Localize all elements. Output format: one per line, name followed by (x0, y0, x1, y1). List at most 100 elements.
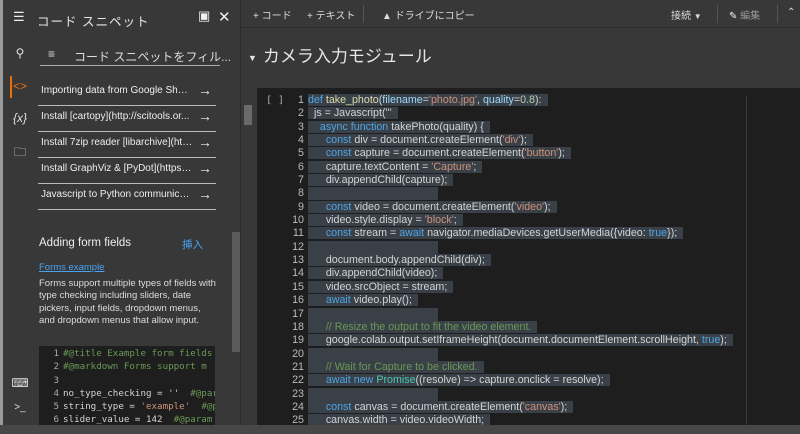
ruler-line (746, 96, 747, 426)
terminal-icon[interactable]: >_ (11, 402, 29, 413)
line-number: 19 (292, 334, 304, 347)
snippet-item-label: Javascript to Python communicat... (41, 189, 193, 200)
code-line: 10 video.style.display = 'block'; (285, 214, 733, 227)
snippet-item-label: Install GraphViz & [PyDot](https://... (41, 163, 193, 174)
code-token: // Wait for Capture to be clicked. (325, 360, 478, 373)
add-code-button[interactable]: + コード (253, 7, 292, 22)
line-number: 24 (292, 400, 304, 413)
code-line-content: video.srcObject = stream; (308, 280, 454, 293)
code-line: 23 (285, 387, 733, 401)
code-line: 3 async function takePhoto(quality) { (285, 120, 733, 134)
code-line-content (308, 307, 438, 321)
snippet-item[interactable]: Install GraphViz & [PyDot](https://... → (38, 158, 216, 184)
code-token: #@para (190, 387, 215, 399)
divider (777, 5, 778, 23)
heading-text: カメラ入力モジュール (262, 47, 432, 66)
code-token: 'Capture' (431, 160, 474, 173)
copy-to-drive-button[interactable]: ▲ ドライブにコピー (382, 7, 475, 22)
panel-scrollbar[interactable] (232, 232, 240, 352)
variables-icon[interactable]: {x} (11, 111, 29, 125)
code-line-content: video.style.display = 'block'; (308, 214, 463, 227)
code-snippets-icon[interactable]: <> (10, 76, 28, 98)
line-number: 12 (292, 240, 304, 253)
code-line: 13 document.body.appendChild(div); (285, 254, 733, 267)
code-line: 4 no_type_checking = '' #@para (39, 387, 215, 400)
activity-rail: ⚲ <> {x} 🗀 ⌨ >_ (0, 0, 30, 434)
code-line: 5 const capture = document.createElement… (285, 147, 733, 160)
snippet-item[interactable]: Javascript to Python communicat... → (38, 184, 216, 210)
code-line: 24 const canvas = document.createElement… (285, 400, 733, 414)
code-line-content: const div = document.createElement('div'… (308, 134, 533, 147)
code-line-content: google.colab.output.setIframeHeight(docu… (308, 334, 733, 347)
collapse-caret-icon[interactable]: ▼ (248, 53, 257, 63)
edit-button[interactable]: ✎ 編集 (729, 7, 760, 22)
code-token: const (325, 227, 352, 240)
run-cell-button[interactable]: [ ] (266, 95, 284, 106)
line-number: 23 (292, 387, 304, 400)
code-line: 1 #@title Example form fields (39, 347, 215, 360)
drive-icon: ▲ (382, 11, 392, 22)
insert-button[interactable]: 挿入 (182, 237, 203, 252)
menu-icon[interactable]: ☰ (13, 9, 25, 25)
snippet-filter-input[interactable]: ≡ コード スニペットをフィル... (40, 45, 231, 66)
connect-button[interactable]: 接続 ▼ (671, 7, 702, 22)
code-token: video = document.createElement( (351, 200, 515, 213)
code-token: take_photo (325, 94, 379, 106)
code-token: async function (319, 120, 389, 133)
folder-icon[interactable]: 🗀 (11, 143, 29, 164)
code-token: // Resize the output to fit the video el… (325, 320, 532, 333)
snippet-item[interactable]: Install [cartopy](http://scitools.or... → (38, 106, 216, 132)
line-number: 20 (292, 347, 304, 360)
code-cell[interactable]: [ ] 1 def take_photo(filename='photo.jpg'… (257, 88, 800, 428)
snippet-item[interactable]: Install 7zip reader [libarchive](htt... → (38, 132, 216, 158)
line-number: 11 (292, 227, 304, 240)
code-token: canvas = document.createElement( (351, 400, 523, 413)
forms-example-link[interactable]: Forms example (39, 262, 104, 273)
connect-label: 接続 (671, 11, 691, 22)
code-token: div = document.createElement( (351, 134, 503, 147)
code-line-content: def take_photo(filename='photo.jpg', qua… (308, 94, 548, 106)
code-token: js = Javascript(''' (308, 107, 392, 120)
code-token: }); (667, 227, 678, 240)
section-heading[interactable]: ▼ カメラ入力モジュール (248, 42, 432, 67)
snippet-item-label: Install 7zip reader [libarchive](htt... (41, 137, 193, 148)
status-bar (0, 425, 800, 434)
list-scrollbar[interactable] (244, 105, 252, 125)
code-line-content: div.appendChild(capture); (308, 174, 454, 187)
code-snippets-panel: ☰ コード スニペット ▣ ✕ ≡ コード スニペットをフィル... Impor… (13, 0, 252, 425)
code-token: const (325, 400, 352, 413)
code-line: 5 string_type = 'example' #@pa (39, 400, 215, 413)
code-editor[interactable]: 1 def take_photo(filename='photo.jpg', qu… (285, 94, 733, 428)
collapse-icon[interactable]: ⌃ (787, 7, 795, 18)
open-in-tab-icon[interactable]: ▣ (198, 8, 210, 24)
code-token: div.appendChild(video); (308, 267, 438, 280)
close-icon[interactable]: ✕ (218, 8, 231, 26)
arrow-right-icon: → (198, 160, 212, 176)
code-line: 18 // Resize the output to fit the video… (285, 320, 733, 334)
line-number: 10 (292, 214, 304, 227)
code-token: ; (453, 214, 457, 227)
code-token: #@param (173, 414, 213, 425)
add-text-button[interactable]: + テキスト (307, 7, 355, 22)
line-number: 1 (53, 348, 59, 359)
code-line: 14 div.appendChild(video); (285, 267, 733, 280)
snippet-item[interactable]: Importing data from Google Sheets → (38, 80, 216, 106)
line-number: 13 (292, 254, 304, 267)
code-line: 15 video.srcObject = stream; (285, 280, 733, 294)
arrow-right-icon: → (198, 108, 212, 124)
code-token: google.colab.output.setIframeHeight(docu… (308, 334, 702, 347)
code-token: capture = document.createElement( (351, 147, 525, 160)
line-number: 1 (298, 94, 304, 106)
snippet-title: Adding form fields (39, 237, 132, 249)
command-palette-icon[interactable]: ⌨ (11, 376, 29, 390)
code-line: 12 (285, 240, 733, 254)
snippet-item-label: Install [cartopy](http://scitools.or... (41, 111, 190, 122)
code-token: video.play(); (350, 294, 412, 307)
search-icon[interactable]: ⚲ (11, 46, 29, 60)
edit-label: 編集 (740, 11, 761, 22)
divider (363, 5, 364, 23)
code-token: ); (520, 134, 527, 147)
